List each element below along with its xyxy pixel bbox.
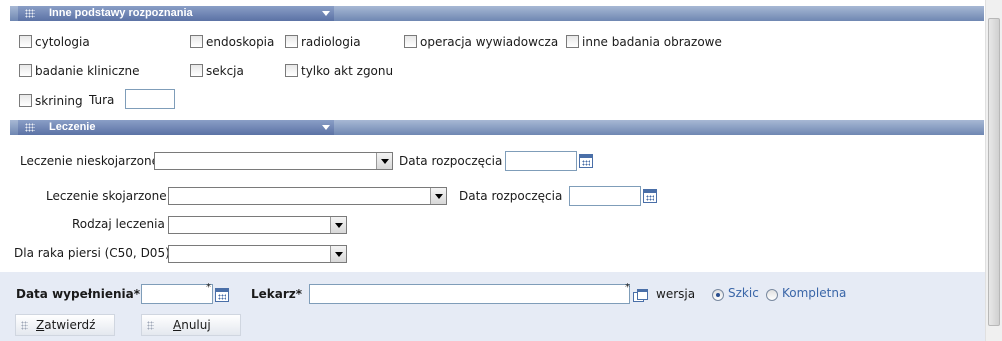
checkbox-skrining[interactable] — [19, 94, 32, 107]
lookup-window-icon[interactable] — [633, 289, 648, 302]
grip-icon — [25, 123, 35, 132]
label-leczenie-skojarzone: Leczenie skojarzone — [46, 189, 167, 203]
lekarz-input[interactable] — [309, 284, 630, 304]
dropdown-arrow-icon[interactable] — [330, 217, 346, 233]
grip-icon — [25, 9, 35, 18]
required-marker: * — [206, 282, 211, 293]
checkbox-cytologia[interactable] — [19, 35, 32, 48]
label-badanie-kliniczne: badanie kliniczne — [35, 64, 140, 78]
label-operacja-wywiadowcza: operacja wywiadowcza — [420, 35, 559, 49]
label-wersja: wersja — [656, 287, 696, 301]
data-rozpoczecia-1-input[interactable] — [505, 151, 577, 171]
leczenie-nieskojarzone-select[interactable] — [154, 152, 393, 170]
checkbox-badanie-kliniczne[interactable] — [19, 64, 32, 77]
checkbox-endoskopia[interactable] — [190, 35, 203, 48]
label-tura: Tura — [89, 93, 115, 107]
zatwierdz-label: atwierdź — [44, 318, 96, 332]
label-skrining: skrining — [35, 94, 83, 108]
label-radiologia: radiologia — [301, 35, 361, 49]
label-data-rozpoczecia-2: Data rozpoczęcia — [459, 189, 563, 203]
section-title-inne: Inne podstawy rozpoznania — [49, 7, 193, 19]
calendar-icon[interactable] — [215, 288, 229, 302]
label-inne-badania-obrazowe: inne badania obrazowe — [582, 35, 722, 49]
label-kompletna: Kompletna — [782, 286, 847, 300]
section-title-leczenie: Leczenie — [49, 121, 96, 133]
scrollbar-thumb[interactable] — [988, 18, 1000, 326]
anuluj-accesskey: A — [173, 318, 182, 332]
vertical-scrollbar[interactable] — [985, 0, 1002, 341]
checkbox-radiologia[interactable] — [285, 35, 298, 48]
radio-szkic[interactable] — [712, 289, 724, 301]
calendar-icon[interactable] — [579, 154, 593, 168]
leczenie-skojarzone-select[interactable] — [168, 187, 447, 205]
dla-raka-piersi-select[interactable] — [168, 245, 347, 263]
dropdown-arrow-icon[interactable] — [330, 246, 346, 262]
label-cytologia: cytologia — [35, 35, 90, 49]
zatwierdz-button[interactable]: Zatwierdź — [15, 314, 115, 336]
rodzaj-leczenia-select[interactable] — [168, 216, 347, 234]
checkbox-tylko-akt-zgonu[interactable] — [285, 64, 298, 77]
label-szkic: Szkic — [728, 286, 759, 300]
label-endoskopia: endoskopia — [206, 35, 275, 49]
grip-icon — [147, 321, 154, 330]
chevron-down-icon[interactable] — [322, 125, 330, 130]
label-leczenie-nieskojarzone: Leczenie nieskojarzone — [20, 154, 159, 168]
label-rodzaj-leczenia: Rodzaj leczenia — [72, 217, 165, 231]
calendar-icon[interactable] — [643, 189, 657, 203]
section-header-leczenie[interactable]: Leczenie — [18, 120, 334, 135]
anuluj-button[interactable]: Anuluj — [141, 314, 241, 336]
checkbox-inne-badania-obrazowe[interactable] — [566, 35, 579, 48]
radio-kompletna[interactable] — [766, 289, 778, 301]
grip-icon — [21, 321, 28, 330]
checkbox-operacja-wywiadowcza[interactable] — [404, 35, 417, 48]
chevron-down-icon[interactable] — [322, 11, 330, 16]
label-sekcja: sekcja — [206, 64, 244, 78]
dropdown-arrow-icon[interactable] — [430, 188, 446, 204]
checkbox-sekcja[interactable] — [190, 64, 203, 77]
tura-input[interactable] — [125, 89, 175, 109]
label-data-rozpoczecia-1: Data rozpoczęcia — [399, 154, 503, 168]
data-rozpoczecia-2-input[interactable] — [569, 186, 641, 206]
required-marker: * — [625, 282, 630, 293]
dropdown-arrow-icon[interactable] — [376, 153, 392, 169]
data-wypelnienia-input[interactable] — [141, 284, 213, 304]
zatwierdz-accesskey: Z — [36, 318, 45, 332]
section-header-inne[interactable]: Inne podstawy rozpoznania — [18, 6, 334, 21]
label-lekarz: Lekarz* — [251, 287, 303, 301]
label-dla-raka-piersi: Dla raka piersi (C50, D05) — [14, 246, 170, 260]
label-tylko-akt-zgonu: tylko akt zgonu — [301, 64, 394, 78]
label-data-wypelnienia: Data wypełnienia* — [16, 287, 140, 301]
anuluj-label: nuluj — [181, 318, 211, 332]
